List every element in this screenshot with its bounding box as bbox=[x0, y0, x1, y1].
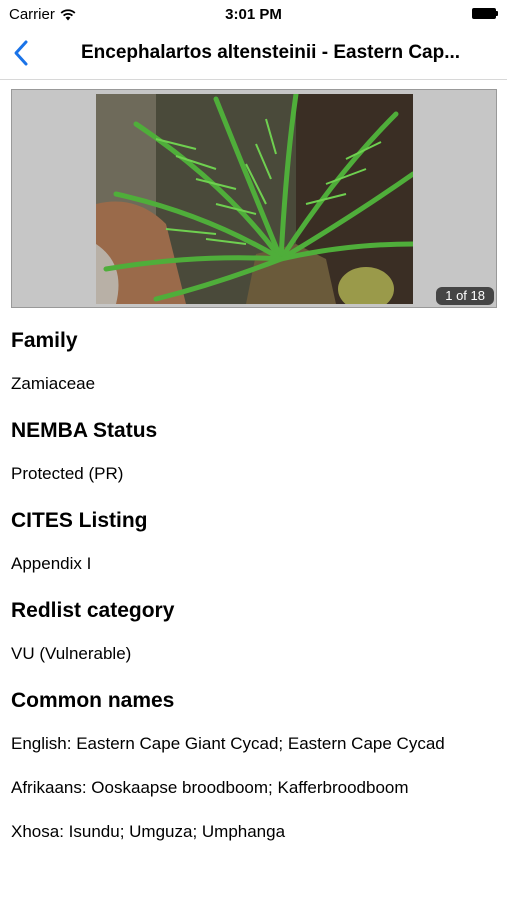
battery-icon bbox=[472, 8, 498, 19]
section-value: VU (Vulnerable) bbox=[11, 644, 132, 663]
section-heading: Family bbox=[11, 329, 78, 352]
status-bar: Carrier 3:01 PM bbox=[0, 0, 507, 28]
section-value: Protected (PR) bbox=[11, 464, 124, 483]
cycad-photo[interactable] bbox=[96, 94, 413, 304]
common-name-english: English: Eastern Cape Giant Cycad; Easte… bbox=[11, 734, 445, 753]
section-heading: Redlist category bbox=[11, 599, 175, 622]
species-details: Family Zamiaceae NEMBA Status Protected … bbox=[11, 326, 491, 864]
section-common-names: Common names English: Eastern Cape Giant… bbox=[11, 686, 491, 844]
section-heading: CITES Listing bbox=[11, 509, 148, 532]
section-heading: NEMBA Status bbox=[11, 419, 158, 442]
section-family: Family Zamiaceae bbox=[11, 326, 491, 396]
common-name-xhosa: Xhosa: Isundu; Umguza; Umphanga bbox=[11, 822, 286, 841]
page-title: Encephalartos altensteinii - Eastern Cap… bbox=[81, 42, 461, 63]
section-value: Zamiaceae bbox=[11, 374, 96, 393]
navigation-bar: Encephalartos altensteinii - Eastern Cap… bbox=[0, 28, 507, 80]
section-cites-listing: CITES Listing Appendix I bbox=[11, 506, 491, 576]
chevron-left-icon bbox=[14, 40, 28, 66]
back-button[interactable] bbox=[8, 38, 38, 68]
section-value: Appendix I bbox=[11, 554, 92, 573]
section-nemba-status: NEMBA Status Protected (PR) bbox=[11, 416, 491, 486]
section-heading: Common names bbox=[11, 689, 175, 712]
section-redlist-category: Redlist category VU (Vulnerable) bbox=[11, 596, 491, 666]
common-name-afrikaans: Afrikaans: Ooskaapse broodboom; Kafferbr… bbox=[11, 778, 409, 797]
page-counter-badge: 1 of 18 bbox=[436, 287, 494, 305]
status-time: 3:01 PM bbox=[225, 6, 282, 23]
image-gallery[interactable]: 1 of 18 bbox=[11, 89, 497, 308]
